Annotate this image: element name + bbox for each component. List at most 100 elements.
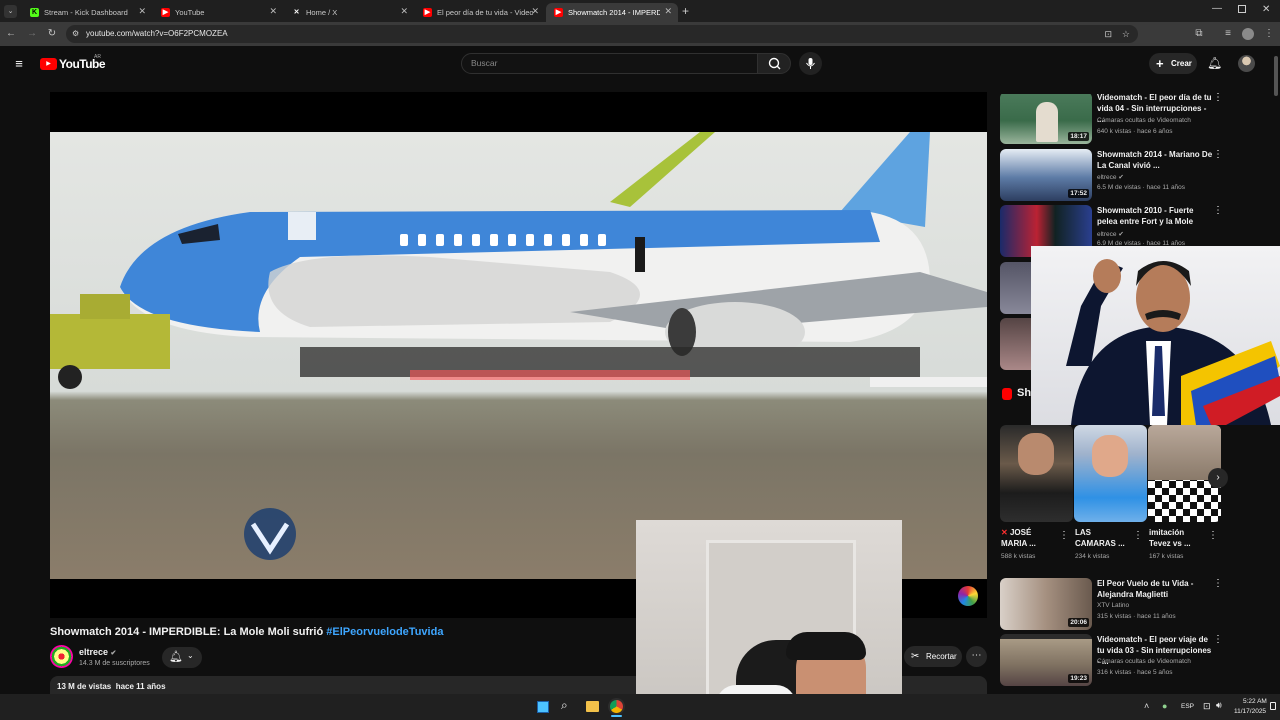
profile-avatar[interactable] [1242, 28, 1254, 40]
tab-showmatch-active[interactable]: ▶ Showmatch 2014 - IMPERDIBLE ✕ [546, 3, 678, 22]
subscriber-count: 14.3 M de suscriptores [79, 660, 150, 667]
channel-avatar[interactable] [50, 645, 73, 668]
airplane-scene [50, 132, 987, 560]
youtube-region: AR [94, 54, 101, 60]
more-vertical-icon[interactable]: ⋮ [1133, 530, 1143, 541]
kick-icon: K [30, 8, 39, 17]
bookmark-star-icon[interactable]: ☆ [1122, 25, 1130, 43]
install-app-icon[interactable]: ⊡ [1104, 25, 1112, 43]
browser-tab-bar: ⌄ K Stream - Kick Dashboard ✕ ▶ YouTube … [0, 0, 1280, 22]
more-vertical-icon[interactable]: ⋮ [1059, 530, 1069, 541]
more-vertical-icon[interactable]: ⋮ [1213, 205, 1223, 216]
close-red-icon: ✕ [1001, 528, 1008, 537]
recommended-video[interactable]: 18:17 Videomatch - El peor día de tu vid… [1000, 92, 1260, 144]
reload-icon[interactable]: ↻ [46, 27, 58, 41]
extensions-icon[interactable]: ⧉ [1193, 27, 1205, 41]
taskbar-search-icon[interactable]: ⌕ [561, 698, 568, 713]
more-vertical-icon[interactable]: ⋮ [1213, 634, 1223, 645]
clip-button[interactable]: ✂ Recortar [904, 646, 962, 667]
minimize-icon[interactable]: — [1212, 3, 1222, 14]
file-explorer-icon[interactable] [586, 701, 599, 712]
media-control-icon[interactable]: ≡ [1222, 27, 1234, 41]
more-vertical-icon[interactable]: ⋮ [1208, 530, 1218, 541]
chevron-down-icon: ⌄ [187, 651, 194, 660]
notifications-bell-icon[interactable]: 🔔︎ [1207, 56, 1222, 70]
show-hidden-icons-chevron[interactable]: ˄ [1144, 701, 1149, 711]
language-indicator[interactable]: ESP [1181, 703, 1194, 710]
video-frame[interactable] [50, 132, 987, 579]
close-window-icon[interactable]: ✕ [1262, 4, 1270, 15]
plus-icon: + [1156, 56, 1164, 71]
more-vertical-icon[interactable]: ⋮ [1213, 578, 1223, 589]
network-icon[interactable]: ⊡ [1203, 701, 1211, 712]
video-thumbnail[interactable] [1000, 262, 1032, 314]
search-input[interactable]: Buscar [461, 53, 758, 74]
clock-date[interactable]: 11/17/2025 [1234, 708, 1266, 715]
more-vertical-icon[interactable]: ⋮ [1213, 92, 1223, 103]
verified-badge-icon: ✔ [1118, 231, 1124, 238]
video-thumbnail[interactable]: 17:52 [1000, 149, 1092, 201]
tab-close-icon[interactable]: ✕ [138, 6, 146, 17]
search-icon [768, 57, 781, 70]
hashtag-link[interactable]: #ElPeorvuelodeTuvida [326, 626, 443, 638]
short-thumbnail[interactable] [1074, 425, 1147, 522]
voice-search-button[interactable] [799, 52, 822, 75]
video-title: Showmatch 2014 - IMPERDIBLE: La Mole Mol… [50, 626, 444, 638]
scissors-icon: ✂ [911, 651, 920, 662]
webcam-overlay [636, 520, 902, 720]
subscription-bell-button[interactable]: 🔔︎ ⌄ [162, 647, 202, 668]
recommended-video[interactable]: 17:52 Showmatch 2014 - Mariano De La Can… [1000, 149, 1260, 201]
tab-x-home[interactable]: ✕ Home / X ✕ [284, 3, 414, 22]
shorts-logo-icon [1002, 388, 1012, 400]
browser-toolbar: ← → ↻ ⚙ youtube.com/watch?v=O6F2PCMOZEA … [0, 22, 1280, 46]
create-button[interactable]: + Crear [1149, 53, 1197, 74]
tab-search-icon[interactable]: ⌄ [4, 5, 17, 18]
tab-close-icon[interactable]: ✕ [531, 6, 539, 17]
short-thumbnail[interactable] [1000, 425, 1073, 522]
tab-youtube[interactable]: ▶ YouTube ✕ [153, 3, 283, 22]
recommended-video[interactable]: 20:06 El Peor Vuelo de tu Vida - Alejand… [1000, 578, 1260, 630]
chrome-icon[interactable] [610, 700, 623, 713]
address-bar[interactable]: ⚙ youtube.com/watch?v=O6F2PCMOZEA ⊡ ☆ [66, 25, 1138, 43]
tab-peor-dia[interactable]: ▶ El peor día de tu vida - Videom ✕ [415, 3, 545, 22]
notification-center-icon[interactable] [1270, 702, 1276, 710]
account-avatar[interactable] [1238, 55, 1255, 72]
video-thumbnail[interactable]: 18:17 [1000, 92, 1092, 144]
youtube-logo-icon: ▶ [40, 58, 57, 70]
video-thumbnail[interactable] [1000, 318, 1032, 370]
microphone-tray-icon[interactable]: ● [1162, 701, 1167, 711]
more-vertical-icon[interactable]: ⋮ [1213, 149, 1223, 160]
channel-name[interactable]: eltrece ✔ [79, 647, 116, 657]
youtube-icon: ▶ [161, 8, 170, 17]
verified-badge-icon: ✔ [110, 650, 117, 657]
more-actions-button[interactable]: ⋯ [966, 646, 987, 667]
browser-menu-icon[interactable]: ⋮ [1263, 27, 1275, 41]
portrait-figure [1066, 259, 1280, 425]
microphone-icon [806, 58, 815, 69]
more-horizontal-icon: ⋯ [971, 650, 982, 661]
tab-close-icon[interactable]: ✕ [400, 6, 408, 17]
volume-icon[interactable]: 🔊︎ [1216, 700, 1222, 711]
tab-close-icon[interactable]: ✕ [664, 6, 672, 17]
recommended-video[interactable]: 19:23 Videomatch - El peor viaje de tu v… [1000, 634, 1260, 686]
video-thumbnail[interactable]: 20:06 [1000, 578, 1092, 630]
tab-close-icon[interactable]: ✕ [269, 6, 277, 17]
back-icon[interactable]: ← [5, 27, 17, 41]
short-title: imitación Tevez vs ... [1149, 528, 1191, 548]
video-thumbnail[interactable]: 19:23 [1000, 634, 1092, 686]
windows-taskbar: ⌕ ˄ ● ESP ⊡ 🔊︎ 5:22 AM 11/17/2025 [0, 694, 1280, 720]
clock-time[interactable]: 5:22 AM [1243, 698, 1267, 705]
short-title: ✕ JOSÉ MARIA ... [1001, 528, 1036, 548]
search-button[interactable] [757, 53, 791, 74]
hamburger-menu-icon[interactable]: ≡ [12, 56, 26, 72]
maximize-icon[interactable] [1238, 5, 1246, 13]
verified-badge-icon: ✔ [1118, 174, 1124, 181]
chevron-right-icon[interactable]: › [1208, 468, 1228, 488]
site-info-icon[interactable]: ⚙ [72, 25, 79, 43]
short-title: LAS CAMARAS ... [1075, 528, 1125, 548]
windows-start-icon[interactable] [537, 701, 549, 713]
new-tab-icon[interactable]: + [682, 4, 689, 18]
tab-kick-dashboard[interactable]: K Stream - Kick Dashboard ✕ [22, 3, 152, 22]
forward-icon[interactable]: → [26, 27, 38, 41]
bell-icon: 🔔︎ [169, 651, 183, 663]
